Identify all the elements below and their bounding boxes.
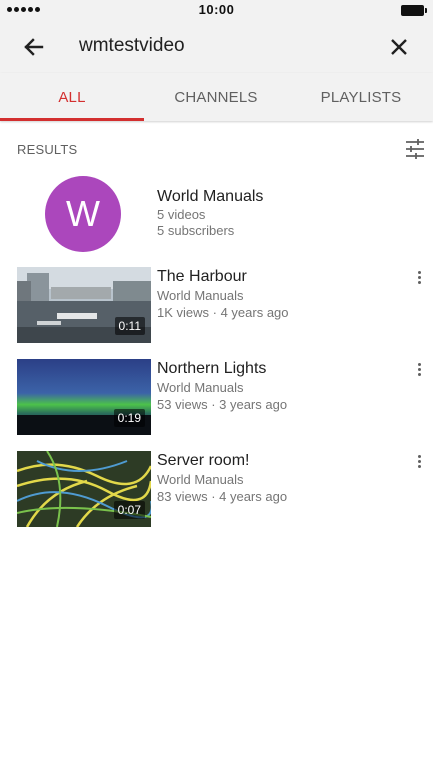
more-options-button[interactable] bbox=[408, 359, 430, 379]
video-result[interactable]: 0:19 Northern Lights World Manuals 53 vi… bbox=[0, 359, 433, 437]
more-options-button[interactable] bbox=[408, 451, 430, 471]
channel-subscriber-count: 5 subscribers bbox=[157, 223, 235, 238]
more-options-button[interactable] bbox=[408, 267, 430, 287]
video-title: Northern Lights bbox=[157, 360, 267, 377]
results-label: RESULTS bbox=[17, 142, 78, 157]
filter-button[interactable] bbox=[404, 138, 426, 160]
video-stats: 83 views · 4 years ago bbox=[157, 489, 288, 504]
channel-avatar[interactable]: W bbox=[45, 176, 121, 252]
video-channel: World Manuals bbox=[157, 472, 244, 487]
more-vertical-icon bbox=[417, 270, 421, 274]
video-result[interactable]: 0:11 The Harbour World Manuals 1K views … bbox=[0, 267, 433, 345]
battery-icon bbox=[401, 5, 427, 16]
video-duration: 0:11 bbox=[114, 317, 145, 335]
channel-result[interactable]: W World Manuals 5 videos 5 subscribers bbox=[0, 173, 433, 257]
status-time: 10:00 bbox=[198, 2, 235, 17]
video-thumbnail[interactable]: 0:19 bbox=[17, 359, 151, 435]
active-tab-indicator bbox=[0, 118, 144, 121]
video-thumbnail[interactable]: 0:11 bbox=[17, 267, 151, 343]
video-duration: 0:07 bbox=[113, 501, 145, 519]
tab-playlists[interactable]: PLAYLISTS bbox=[289, 73, 433, 121]
search-app-bar: wmtestvideo bbox=[0, 21, 433, 73]
close-icon bbox=[391, 39, 407, 55]
filter-sliders-icon bbox=[406, 139, 424, 159]
channel-name: World Manuals bbox=[157, 188, 264, 205]
more-vertical-icon bbox=[417, 362, 421, 366]
video-title: The Harbour bbox=[157, 268, 247, 285]
video-channel: World Manuals bbox=[157, 380, 244, 395]
back-button[interactable] bbox=[20, 33, 48, 61]
clear-search-button[interactable] bbox=[385, 33, 413, 61]
video-result[interactable]: 0:07 Server room! World Manuals 83 views… bbox=[0, 451, 433, 529]
status-bar: 10:00 bbox=[0, 0, 433, 21]
back-arrow-icon bbox=[24, 38, 44, 56]
search-query-text[interactable]: wmtestvideo bbox=[79, 35, 185, 57]
tab-all[interactable]: ALL bbox=[0, 73, 144, 121]
channel-video-count: 5 videos bbox=[157, 207, 206, 222]
video-duration: 0:19 bbox=[113, 409, 145, 427]
results-tabs: ALL CHANNELS PLAYLISTS bbox=[0, 73, 433, 121]
video-title: Server room! bbox=[157, 452, 250, 469]
video-stats: 1K views · 4 years ago bbox=[157, 305, 289, 320]
video-channel: World Manuals bbox=[157, 288, 244, 303]
video-stats: 53 views · 3 years ago bbox=[157, 397, 288, 412]
tab-channels[interactable]: CHANNELS bbox=[144, 73, 288, 121]
video-thumbnail[interactable]: 0:07 bbox=[17, 451, 151, 527]
more-vertical-icon bbox=[417, 454, 421, 458]
